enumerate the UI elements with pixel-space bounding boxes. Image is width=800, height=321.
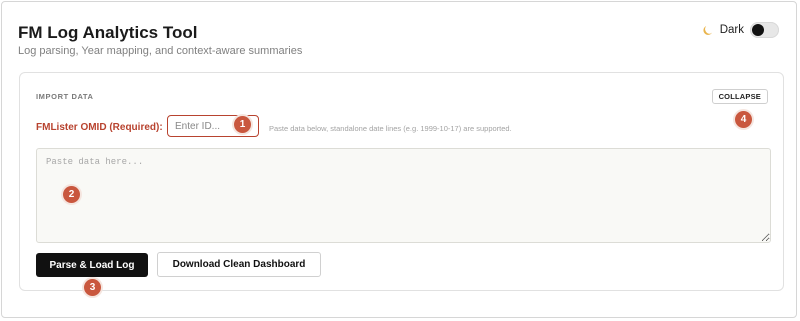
omid-label: FMLister OMID (Required): bbox=[36, 122, 163, 133]
callout-marker-1: 1 bbox=[234, 116, 251, 133]
import-panel: IMPORT DATA COLLAPSE FMLister OMID (Requ… bbox=[19, 72, 784, 291]
dark-mode-label: Dark bbox=[719, 24, 744, 36]
app-subtitle: Log parsing, Year mapping, and context-a… bbox=[18, 45, 303, 57]
dark-mode-switch[interactable] bbox=[750, 22, 779, 38]
callout-marker-2: 2 bbox=[63, 186, 80, 203]
dark-mode-toggle[interactable]: Dark bbox=[702, 22, 779, 38]
switch-knob bbox=[752, 24, 764, 36]
app-title: FM Log Analytics Tool bbox=[18, 23, 198, 42]
section-label: IMPORT DATA bbox=[36, 92, 94, 101]
collapse-button[interactable]: COLLAPSE bbox=[711, 89, 768, 104]
callout-marker-4: 4 bbox=[735, 111, 752, 128]
parse-load-button[interactable]: Parse & Load Log bbox=[36, 253, 148, 277]
app-window: FM Log Analytics Tool Log parsing, Year … bbox=[1, 1, 797, 318]
download-dashboard-button[interactable]: Download Clean Dashboard bbox=[157, 252, 321, 277]
callout-marker-3: 3 bbox=[84, 279, 101, 296]
paste-hint: Paste data below, standalone date lines … bbox=[269, 124, 512, 133]
moon-icon bbox=[702, 24, 714, 36]
paste-data-textarea[interactable] bbox=[36, 148, 771, 243]
